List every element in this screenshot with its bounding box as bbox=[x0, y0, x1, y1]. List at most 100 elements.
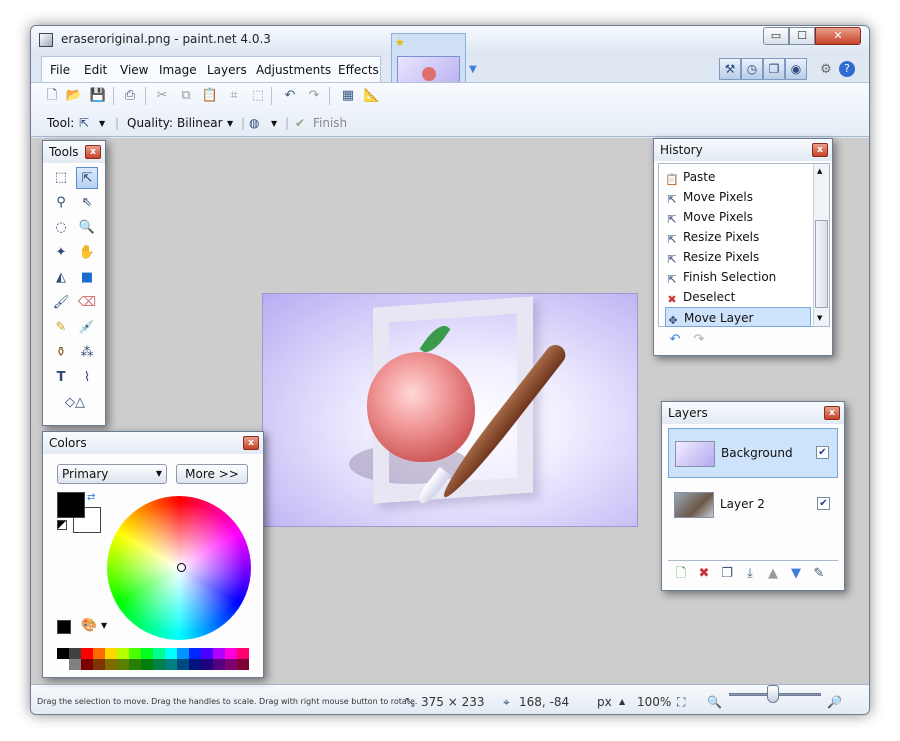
scroll-up-icon[interactable]: ▲ bbox=[817, 167, 822, 175]
lasso-select-tool-icon[interactable]: ⚲ bbox=[50, 192, 72, 214]
grid-icon[interactable]: ▦ bbox=[339, 87, 357, 105]
zoom-in-icon[interactable]: 🔎 bbox=[827, 695, 842, 709]
maximize-button[interactable]: ☐ bbox=[789, 27, 815, 45]
pan-tool-icon[interactable]: ✋ bbox=[76, 242, 98, 264]
canvas-image[interactable] bbox=[262, 293, 638, 527]
ellipse-select-tool-icon[interactable]: ◌ bbox=[50, 217, 72, 239]
color-wheel-marker[interactable] bbox=[177, 563, 186, 572]
zoom-slider-handle[interactable] bbox=[767, 685, 779, 703]
color-mode-select[interactable]: Primary ▼ bbox=[57, 464, 167, 484]
duplicate-layer-icon[interactable]: ❐ bbox=[718, 565, 736, 583]
clone-stamp-tool-icon[interactable]: ⚱ bbox=[50, 342, 72, 364]
pencil-tool-icon[interactable]: ✎ bbox=[50, 317, 72, 339]
menu-file[interactable]: File bbox=[50, 63, 70, 77]
help-icon[interactable]: ? bbox=[839, 61, 855, 77]
units-chevron-icon[interactable]: ▲ bbox=[619, 697, 625, 706]
tab-list-chevron-icon[interactable]: ▼ bbox=[469, 64, 477, 75]
history-redo-icon[interactable]: ↷ bbox=[690, 331, 708, 349]
new-file-icon[interactable]: 🗋 bbox=[43, 87, 61, 105]
colors-panel-close-button[interactable]: x bbox=[243, 436, 259, 450]
menu-edit[interactable]: Edit bbox=[84, 63, 107, 77]
ruler-icon[interactable]: 📐 bbox=[363, 87, 381, 105]
minimize-button[interactable]: ▭ bbox=[763, 27, 789, 45]
tools-panel-close-button[interactable]: x bbox=[85, 145, 101, 159]
menu-adjustments[interactable]: Adjustments bbox=[256, 63, 331, 77]
menu-view[interactable]: View bbox=[120, 63, 148, 77]
history-item-resize-pixels[interactable]: ⇱ Resize Pixels bbox=[665, 247, 811, 267]
merge-layer-icon[interactable]: ⤓ bbox=[741, 565, 759, 583]
shapes-tool-icon[interactable]: ◇△ bbox=[55, 392, 95, 414]
eraser-tool-icon[interactable]: ⌫ bbox=[76, 292, 98, 314]
undo-icon[interactable]: ↶ bbox=[281, 87, 299, 105]
primary-color-swatch[interactable] bbox=[57, 492, 85, 518]
color-picker-tool-icon[interactable]: 💉 bbox=[76, 317, 98, 339]
quality-select[interactable]: Bilinear bbox=[177, 116, 223, 130]
finish-button[interactable]: Finish bbox=[313, 116, 347, 130]
menu-layers[interactable]: Layers bbox=[207, 63, 247, 77]
history-window-icon[interactable]: ◷ bbox=[741, 58, 763, 80]
crop-icon[interactable]: ⌗ bbox=[225, 87, 243, 105]
history-item-resize-pixels[interactable]: ⇱ Resize Pixels bbox=[665, 227, 811, 247]
layer-visibility-checkbox[interactable]: ✔ bbox=[816, 446, 829, 459]
move-layer-down-icon[interactable]: ▼ bbox=[787, 565, 805, 583]
layer-row-background[interactable]: Background ✔ bbox=[668, 428, 838, 478]
delete-layer-icon[interactable]: ✖ bbox=[695, 565, 713, 583]
move-layer-up-icon[interactable]: ▲ bbox=[764, 565, 782, 583]
paint-bucket-tool-icon[interactable]: ◭ bbox=[50, 267, 72, 289]
text-tool-icon[interactable]: T bbox=[50, 367, 72, 389]
close-button[interactable]: ✕ bbox=[815, 27, 861, 45]
cut-icon[interactable]: ✂ bbox=[153, 87, 171, 105]
gear-icon[interactable]: ⚙ bbox=[817, 61, 835, 79]
paste-icon[interactable]: 📋 bbox=[201, 87, 219, 105]
menu-effects[interactable]: Effects bbox=[338, 63, 379, 77]
tools-window-icon[interactable]: ⚒ bbox=[719, 58, 741, 80]
magic-wand-tool-icon[interactable]: ✦ bbox=[50, 242, 72, 264]
gradient-tool-icon[interactable]: ■ bbox=[76, 267, 98, 289]
print-icon[interactable]: ⎙ bbox=[121, 87, 139, 105]
history-undo-icon[interactable]: ↶ bbox=[666, 331, 684, 349]
add-layer-icon[interactable]: 🗋 bbox=[672, 565, 690, 583]
antialias-dropdown-chevron-icon[interactable]: ▼ bbox=[271, 119, 277, 128]
zoom-tool-icon[interactable]: 🔍 bbox=[76, 217, 98, 239]
layer-visibility-checkbox[interactable]: ✔ bbox=[817, 497, 830, 510]
add-to-palette-icon[interactable] bbox=[57, 620, 71, 634]
color-palette[interactable] bbox=[57, 648, 249, 670]
history-item-move-layer[interactable]: ✥ Move Layer bbox=[665, 307, 811, 327]
history-item-deselect[interactable]: ✖ Deselect bbox=[665, 287, 811, 307]
antialias-icon[interactable]: ◍ bbox=[249, 116, 259, 130]
layer-properties-icon[interactable]: ✎ bbox=[810, 565, 828, 583]
move-selection-tool-icon[interactable]: ⇱ bbox=[79, 116, 89, 130]
history-scroll-thumb[interactable] bbox=[815, 220, 828, 308]
fit-window-icon[interactable]: ⛶ bbox=[677, 695, 685, 710]
color-wheel[interactable] bbox=[107, 496, 251, 640]
swap-colors-icon[interactable]: ⇄ bbox=[87, 492, 95, 503]
history-item-finish-selection[interactable]: ⇱ Finish Selection bbox=[665, 267, 811, 287]
quality-dropdown-chevron-icon[interactable]: ▼ bbox=[227, 119, 233, 128]
recolor-tool-icon[interactable]: ⁂ bbox=[76, 342, 98, 364]
move-selection-tool-icon[interactable]: ⇖ bbox=[76, 192, 98, 214]
open-folder-icon[interactable]: 📂 bbox=[65, 87, 83, 105]
palette-chevron-icon[interactable]: ▼ bbox=[101, 621, 107, 630]
colors-window-icon[interactable]: ◉ bbox=[785, 58, 807, 80]
zoom-out-icon[interactable]: 🔍 bbox=[707, 695, 722, 709]
paintbrush-tool-icon[interactable]: 🖌 bbox=[50, 292, 72, 314]
layer-row-layer-2[interactable]: Layer 2 ✔ bbox=[668, 480, 838, 530]
history-scrollbar[interactable]: ▲ ▼ bbox=[813, 164, 829, 326]
more-colors-button[interactable]: More >> bbox=[176, 464, 248, 484]
line-curve-tool-icon[interactable]: ⌇ bbox=[76, 367, 98, 389]
redo-icon[interactable]: ↷ bbox=[305, 87, 323, 105]
history-item-paste[interactable]: 📋 Paste bbox=[665, 167, 811, 187]
layers-window-icon[interactable]: ❐ bbox=[763, 58, 785, 80]
save-icon[interactable]: 💾 bbox=[89, 87, 107, 105]
palette-menu-icon[interactable]: 🎨 bbox=[81, 618, 97, 633]
layers-panel-close-button[interactable]: x bbox=[824, 406, 840, 420]
scroll-down-icon[interactable]: ▼ bbox=[817, 314, 822, 322]
zoom-value[interactable]: 100% bbox=[637, 695, 671, 709]
units-select[interactable]: px bbox=[597, 695, 612, 709]
reset-colors-icon[interactable] bbox=[57, 520, 67, 530]
history-item-move-pixels[interactable]: ⇱ Move Pixels bbox=[665, 207, 811, 227]
history-item-move-pixels[interactable]: ⇱ Move Pixels bbox=[665, 187, 811, 207]
tool-dropdown-chevron-icon[interactable]: ▼ bbox=[99, 119, 105, 128]
menu-image[interactable]: Image bbox=[159, 63, 197, 77]
move-selected-pixels-tool-icon[interactable]: ⇱ bbox=[76, 167, 98, 189]
